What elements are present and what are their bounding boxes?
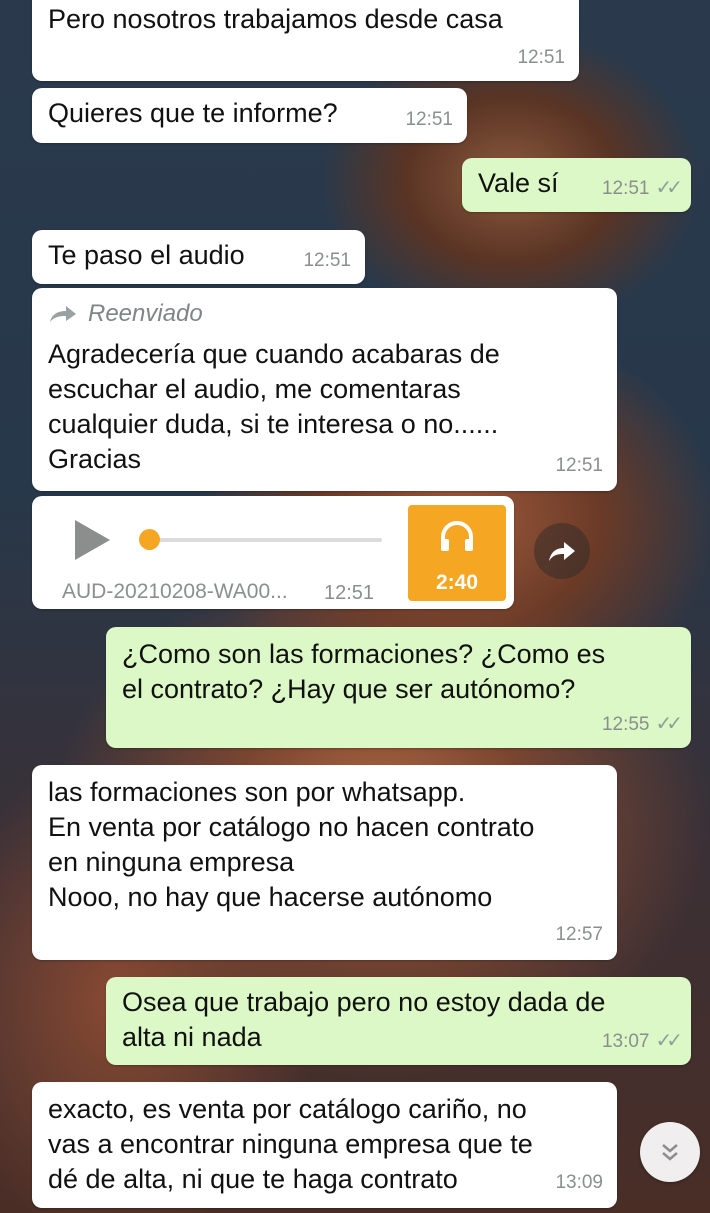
message-bubble-incoming[interactable]: Te paso el audio 12:51 <box>32 230 365 284</box>
read-receipt-icon: ✓✓ <box>655 177 682 199</box>
message-time: 12:51 <box>303 250 351 271</box>
audio-seek-track[interactable] <box>150 538 382 542</box>
message-bubble-forwarded[interactable]: Reenviado Agradecería que cuando acabara… <box>32 288 617 491</box>
forwarded-label: Reenviado <box>48 296 601 331</box>
audio-badge: 2:40 <box>408 505 506 601</box>
message-time: 12:57 <box>555 924 603 945</box>
read-receipt-icon: ✓✓ <box>655 713 682 735</box>
audio-seek-thumb[interactable] <box>139 529 160 550</box>
message-bubble-outgoing[interactable]: ¿Como son las formaciones? ¿Como es el c… <box>106 627 691 748</box>
message-time: 12:51 <box>517 47 565 68</box>
message-time: 12:55 ✓✓ <box>601 707 683 742</box>
message-time: 13:07 ✓✓ <box>601 1024 683 1059</box>
message-bubble-outgoing[interactable]: Osea que trabajo pero no estoy dada de a… <box>106 977 691 1065</box>
message-bubble-incoming[interactable]: exacto, es venta por catálogo cariño, no… <box>32 1082 617 1208</box>
share-button[interactable] <box>534 523 590 579</box>
forwarded-text: Reenviado <box>88 300 203 327</box>
message-time: 12:51 ✓✓ <box>601 171 683 206</box>
scroll-to-bottom-button[interactable] <box>640 1122 700 1182</box>
audio-filename: AUD-20210208-WA00... <box>62 580 288 603</box>
message-text: Agradecería que cuando acabaras de escuc… <box>48 339 500 474</box>
message-time-label: 13:07 <box>601 1031 650 1052</box>
message-text: Pero nosotros trabajamos desde casa <box>48 4 503 34</box>
forward-arrow-icon <box>50 305 76 322</box>
message-text: ¿Como son las formaciones? ¿Como es el c… <box>122 639 606 704</box>
message-bubble-outgoing[interactable]: Vale sí 12:51 ✓✓ <box>462 158 691 212</box>
message-bubble-incoming[interactable]: Quieres que te informe? 12:51 <box>32 88 467 143</box>
message-text: Osea que trabajo pero no estoy dada de a… <box>122 987 606 1052</box>
headphones-icon <box>441 521 473 551</box>
message-bubble-incoming[interactable]: Pero nosotros trabajamos desde casa 12:5… <box>32 0 579 81</box>
audio-time: 12:51 <box>324 582 375 604</box>
message-time: 12:51 <box>555 455 603 476</box>
message-bubble-incoming[interactable]: las formaciones son por whatsapp. En ven… <box>32 765 617 960</box>
message-time-label: 12:51 <box>601 178 650 199</box>
message-time-label: 12:55 <box>601 714 650 735</box>
scroll-down-icon <box>662 1144 678 1161</box>
audio-duration: 2:40 <box>435 571 479 594</box>
message-text: las formaciones son por whatsapp. En ven… <box>48 777 535 912</box>
read-receipt-icon: ✓✓ <box>655 1030 682 1052</box>
message-time: 13:09 <box>555 1172 603 1193</box>
play-icon[interactable] <box>72 518 112 562</box>
audio-message[interactable]: AUD-20210208-WA00... 12:51 2:40 <box>32 496 514 609</box>
message-time: 12:51 <box>405 109 453 130</box>
share-icon <box>549 542 575 561</box>
message-text: exacto, es venta por catálogo cariño, no… <box>48 1094 533 1194</box>
message-text: Quieres que te informe? <box>48 98 338 128</box>
